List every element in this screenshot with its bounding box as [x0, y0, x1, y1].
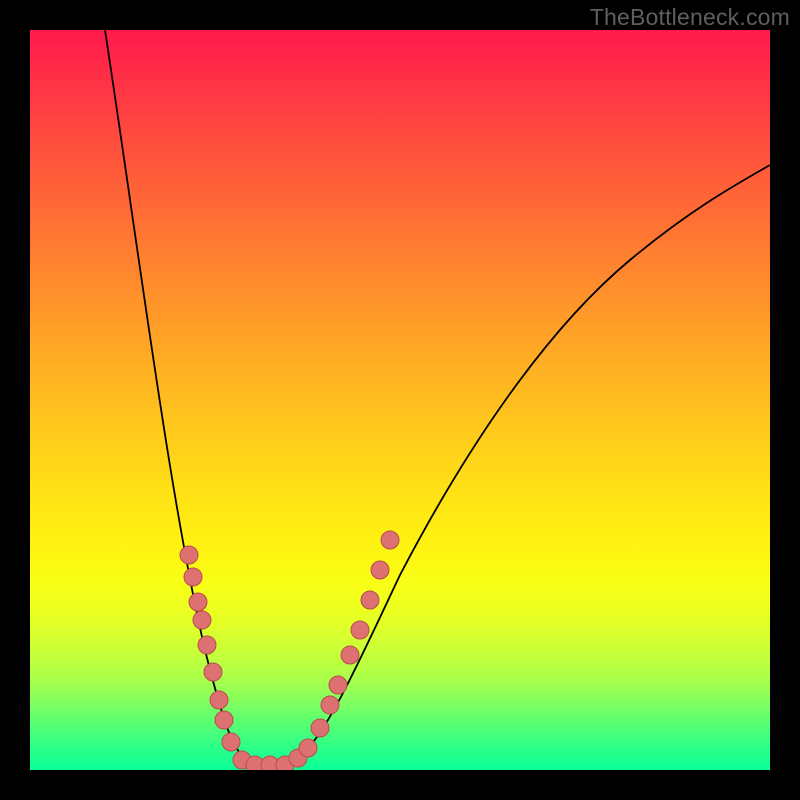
data-point	[215, 711, 233, 729]
data-point	[371, 561, 389, 579]
chart-frame: TheBottleneck.com	[0, 0, 800, 800]
watermark-text: TheBottleneck.com	[590, 4, 790, 31]
data-point	[210, 691, 228, 709]
data-point	[193, 611, 211, 629]
plot-area	[30, 30, 770, 770]
data-point-group	[180, 531, 399, 770]
data-point	[222, 733, 240, 751]
data-point	[180, 546, 198, 564]
data-point	[198, 636, 216, 654]
data-point	[381, 531, 399, 549]
data-point	[361, 591, 379, 609]
data-point	[341, 646, 359, 664]
data-point	[299, 739, 317, 757]
chart-svg	[30, 30, 770, 770]
data-point	[189, 593, 207, 611]
data-point	[311, 719, 329, 737]
data-point	[351, 621, 369, 639]
data-point	[329, 676, 347, 694]
data-point	[321, 696, 339, 714]
data-point	[204, 663, 222, 681]
bottleneck-curve	[105, 30, 770, 766]
data-point	[184, 568, 202, 586]
